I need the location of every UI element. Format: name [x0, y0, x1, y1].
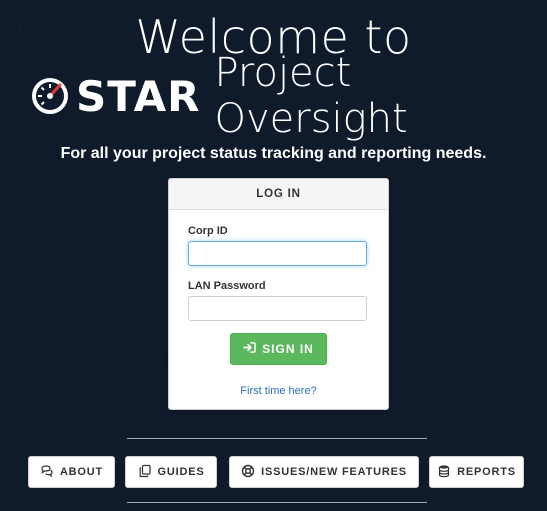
first-time-link[interactable]: First time here?: [169, 385, 388, 397]
issues-new-features-label: ISSUES/NEW FEATURES: [261, 466, 407, 478]
speedometer-logo-icon: [30, 76, 70, 116]
issues-new-features-button[interactable]: ISSUES/NEW FEATURES: [229, 456, 419, 488]
life-ring-icon: [241, 464, 255, 481]
reports-label: REPORTS: [457, 466, 516, 478]
login-card-title: LOG IN: [169, 179, 388, 210]
top-divider: [127, 438, 427, 439]
guides-button[interactable]: GUIDES: [125, 456, 217, 488]
sign-in-label: SIGN IN: [262, 342, 314, 356]
lan-password-input[interactable]: [188, 296, 367, 321]
reports-button[interactable]: REPORTS: [429, 456, 524, 488]
brand-title: STAR Project Oversight: [30, 50, 547, 142]
comments-icon: [40, 464, 54, 481]
nav-buttons: ABOUT GUIDES ISSUES/NEW FEATURES REPORTS: [0, 456, 547, 488]
sign-in-icon: [243, 341, 256, 357]
corp-id-input[interactable]: [188, 241, 367, 266]
tagline: For all your project status tracking and…: [60, 145, 487, 162]
guides-label: GUIDES: [157, 466, 205, 478]
login-card: LOG IN Corp ID LAN Password SIGN IN Firs…: [168, 178, 389, 410]
brand-word: STAR: [76, 71, 201, 121]
corp-id-label: Corp ID: [188, 225, 228, 237]
about-label: ABOUT: [59, 466, 104, 478]
copy-icon: [138, 464, 152, 481]
brand-suffix: Project Oversight: [214, 50, 408, 142]
database-icon: [437, 464, 451, 481]
lan-password-label: LAN Password: [188, 280, 266, 292]
sign-in-button[interactable]: SIGN IN: [230, 333, 327, 365]
bottom-divider: [127, 502, 427, 503]
about-button[interactable]: ABOUT: [28, 456, 115, 488]
